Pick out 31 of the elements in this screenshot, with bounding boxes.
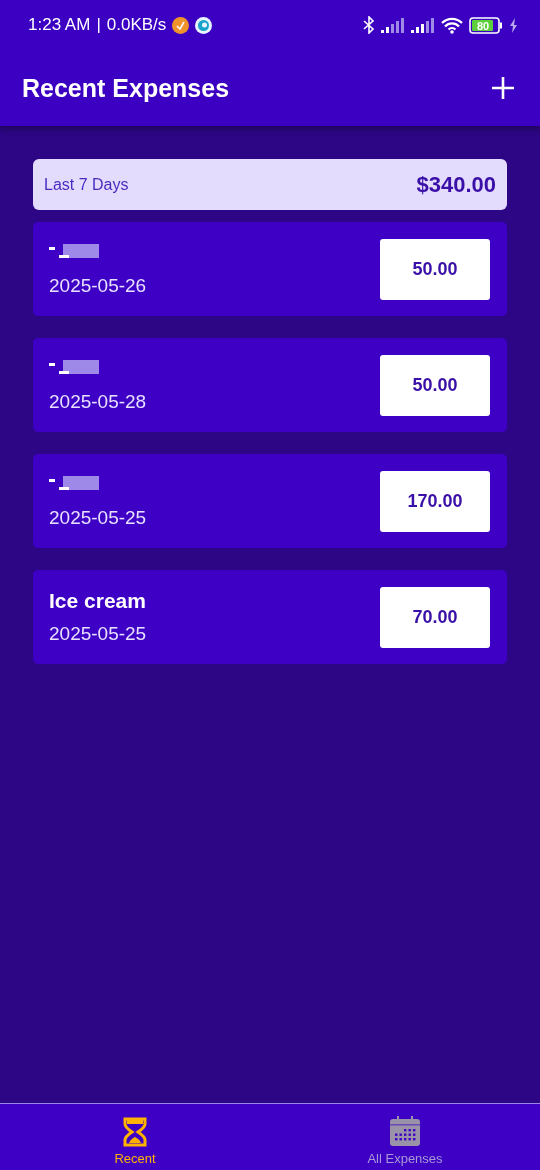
expense-date: 2025-05-25 — [49, 623, 147, 644]
status-time: 1:23 AM — [28, 15, 91, 35]
nav-tab[interactable]: Recent — [0, 1104, 270, 1170]
calendar-icon — [389, 1115, 421, 1147]
total-amount: $340.00 — [416, 171, 496, 198]
charging-icon — [509, 17, 518, 33]
battery-percent: 80 — [476, 19, 490, 32]
expense-date: 2025-05-28 — [49, 391, 147, 412]
wifi-icon — [441, 16, 463, 34]
expense-amount: 170.00 — [380, 470, 490, 532]
network-speed: 0.0KB/s — [106, 15, 167, 35]
hourglass-icon — [123, 1117, 147, 1147]
signal-icon — [381, 17, 405, 33]
expense-card[interactable]: Ice cream 2025-05-25 70.00 — [33, 570, 507, 664]
add-icon[interactable] — [490, 75, 516, 101]
signal-icon — [411, 17, 435, 33]
expense-date: 2025-05-26 — [49, 275, 147, 296]
expense-amount: 50.00 — [380, 354, 490, 416]
bluetooth-icon — [363, 16, 375, 34]
expense-amount: 50.00 — [380, 238, 490, 300]
app-title: Recent Expenses — [22, 73, 231, 103]
notification-icon — [172, 16, 190, 34]
period-label: Last 7 Days — [44, 175, 130, 194]
expense-amount: 70.00 — [380, 586, 490, 648]
expense-card[interactable]: 2025-05-28 50.00 — [33, 338, 507, 432]
expense-card[interactable]: 2025-05-26 50.00 — [33, 222, 507, 316]
expense-title: Ice cream — [49, 589, 146, 612]
nav-tab[interactable]: All Expenses — [270, 1104, 540, 1170]
expense-card[interactable]: 2025-05-25 170.00 — [33, 454, 507, 548]
status-separator: | — [96, 15, 101, 35]
expense-date: 2025-05-25 — [49, 507, 147, 528]
